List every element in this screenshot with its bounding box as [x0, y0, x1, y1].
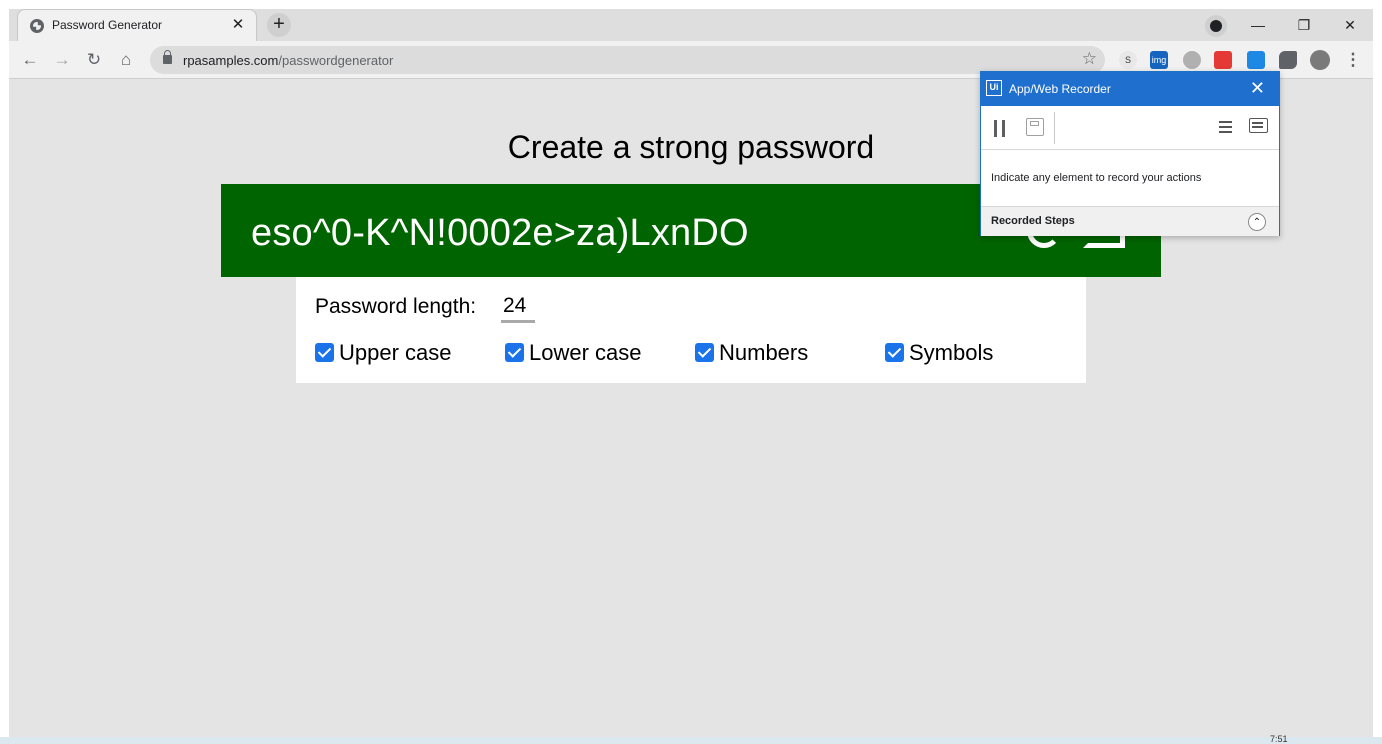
- uipath-logo-icon: Ui: [986, 80, 1002, 96]
- recorder-dialog: Ui App/Web Recorder ✕ Indicate any eleme…: [980, 71, 1280, 236]
- uppercase-label: Upper case: [339, 340, 452, 365]
- options-panel: Password length: Upper case Lower case N…: [296, 277, 1086, 383]
- recorder-close-icon[interactable]: ✕: [1250, 79, 1265, 97]
- recorded-steps-header[interactable]: Recorded Steps ⌃: [981, 206, 1279, 236]
- s-extension-icon[interactable]: S: [1119, 51, 1137, 69]
- screen: Password Generator ✕ + — ❐ ✕ ← → ↻ ⌂ rpa…: [0, 0, 1382, 744]
- recorder-hint: Indicate any element to record your acti…: [991, 172, 1202, 184]
- checkbox-checked-icon[interactable]: [315, 343, 334, 362]
- taskbar-clock: 7:51: [1270, 734, 1288, 744]
- minimize-button[interactable]: —: [1238, 13, 1278, 37]
- tab-password-generator[interactable]: Password Generator ✕: [17, 9, 257, 41]
- new-tab-button[interactable]: +: [267, 13, 291, 37]
- tab-title: Password Generator: [52, 18, 163, 32]
- back-button[interactable]: ←: [18, 48, 42, 72]
- reload-button[interactable]: ↻: [82, 48, 106, 72]
- avatar-icon[interactable]: [1310, 50, 1330, 70]
- recorder-toolbar: [981, 106, 1279, 150]
- password-length-input[interactable]: [501, 291, 535, 323]
- password-length-label: Password length:: [315, 295, 477, 318]
- url-path: /passwordgenerator: [278, 53, 394, 68]
- menu-icon[interactable]: ⋮: [1341, 48, 1365, 72]
- img-extension-icon[interactable]: img: [1150, 51, 1168, 69]
- uipath-extension-icon[interactable]: [1247, 51, 1265, 69]
- numbers-label: Numbers: [719, 340, 809, 365]
- lowercase-label: Lower case: [529, 340, 642, 365]
- save-icon[interactable]: [1026, 118, 1044, 136]
- home-button[interactable]: ⌂: [114, 48, 138, 72]
- recorder-title-bar[interactable]: Ui App/Web Recorder ✕: [981, 72, 1279, 106]
- puzzle-icon[interactable]: [1279, 51, 1297, 69]
- password-text: eso^0-K^N!0002e>za)LxnDO: [251, 212, 749, 254]
- address-bar[interactable]: rpasamples.com/passwordgenerator ☆: [150, 46, 1105, 74]
- symbols-label: Symbols: [909, 340, 994, 365]
- url-host: rpasamples.com: [183, 53, 279, 68]
- bookmark-star-icon[interactable]: ☆: [1082, 49, 1097, 69]
- url-text: rpasamples.com/passwordgenerator: [183, 53, 393, 68]
- globe-icon: [30, 19, 44, 33]
- keyboard-mouse-icon[interactable]: [1249, 118, 1268, 133]
- lock-icon: [163, 50, 172, 64]
- chevron-up-icon[interactable]: ⌃: [1248, 213, 1266, 231]
- pause-icon[interactable]: [994, 120, 1005, 137]
- checkbox-checked-icon[interactable]: [885, 343, 904, 362]
- checklist-icon[interactable]: [1214, 119, 1232, 135]
- forward-button[interactable]: →: [50, 48, 74, 72]
- tab-close-icon[interactable]: ✕: [228, 15, 248, 35]
- checkbox-checked-icon[interactable]: [695, 343, 714, 362]
- toolbar-divider: [1054, 112, 1055, 144]
- tab-bar: Password Generator ✕ + — ❐ ✕: [9, 9, 1373, 41]
- recorder-title: App/Web Recorder: [1009, 82, 1111, 96]
- red-extension-icon[interactable]: [1214, 51, 1232, 69]
- close-window-button[interactable]: ✕: [1330, 13, 1370, 37]
- restore-button[interactable]: ❐: [1284, 13, 1324, 37]
- checkbox-checked-icon[interactable]: [505, 343, 524, 362]
- taskbar: 7:51: [0, 734, 1382, 744]
- media-control-icon[interactable]: [1205, 15, 1227, 37]
- recorded-steps-label: Recorded Steps: [991, 215, 1075, 227]
- circle-extension-icon[interactable]: [1183, 51, 1201, 69]
